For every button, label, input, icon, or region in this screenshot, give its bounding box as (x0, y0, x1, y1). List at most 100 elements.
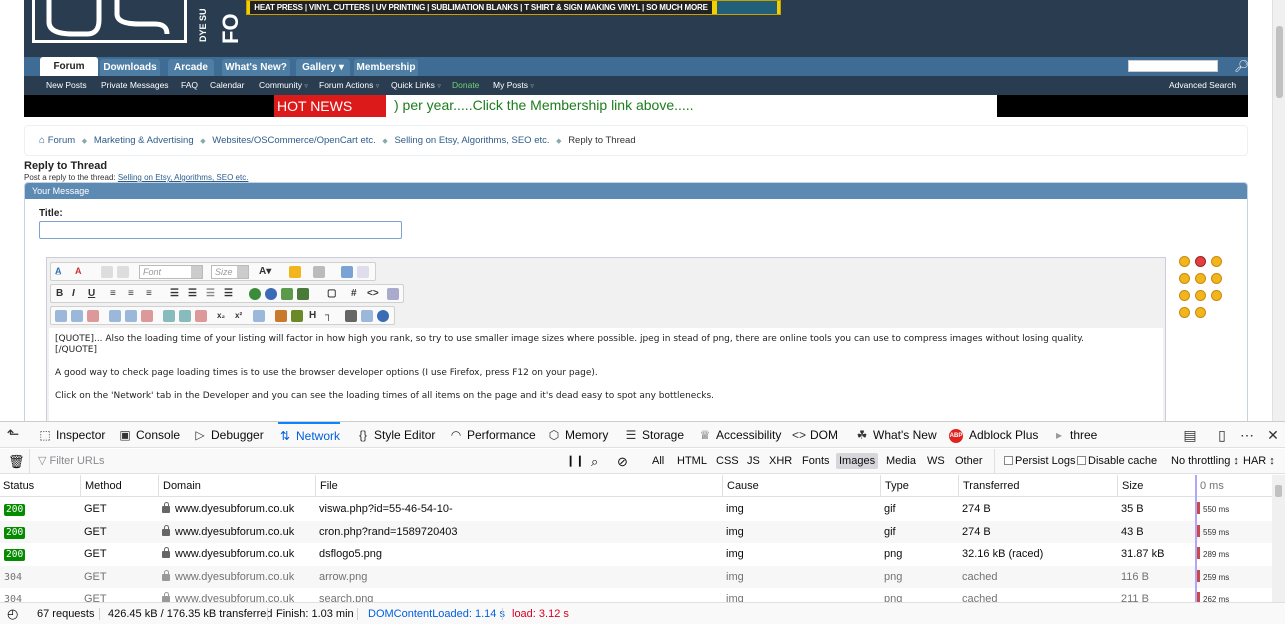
link-icon[interactable] (249, 288, 261, 300)
remove-format-icon[interactable]: A̲ (55, 264, 62, 279)
align-right-icon[interactable]: ≡ (146, 286, 152, 301)
forum-search-input[interactable] (1128, 60, 1218, 72)
underline-icon[interactable]: U (88, 286, 95, 301)
nav-tab-forum[interactable]: Forum (40, 57, 98, 76)
indent-hook-icon[interactable]: ┐ (325, 308, 332, 323)
highlight-icon[interactable]: H (309, 308, 316, 323)
switch-mode-icon[interactable]: A (75, 264, 82, 279)
tab-adblock-plus[interactable]: ABP Adblock Plus (949, 422, 1038, 448)
attach-icon[interactable] (313, 266, 325, 278)
subnav-donate[interactable]: Donate (452, 76, 479, 95)
dock-icon[interactable]: ▤ (1180, 422, 1200, 448)
reload-timer-icon[interactable]: ◴ (7, 603, 18, 624)
page-scrollbar[interactable] (1272, 0, 1285, 421)
trash-icon[interactable]: 🗑︎ (8, 449, 25, 474)
subnav-community[interactable]: Community ▿ (259, 76, 308, 96)
nav-tab-gallery[interactable]: Gallery ▾ (296, 59, 350, 76)
unlink-icon[interactable] (265, 288, 277, 300)
home-icon[interactable]: ⌂ (39, 135, 45, 146)
filter-all[interactable]: All (652, 449, 664, 474)
font-select[interactable]: Font (139, 265, 203, 279)
hr-icon[interactable] (253, 310, 265, 322)
media-icon[interactable] (345, 310, 357, 322)
site-logo[interactable] (32, 0, 187, 43)
quote-icon[interactable]: ▢ (327, 286, 336, 301)
tab-inspector[interactable]: ⬚ Inspector (38, 422, 105, 448)
unordered-list-icon[interactable]: ☰ (188, 286, 197, 301)
request-row[interactable]: 200 GET www.dyesubforum.co.uk dsflogo5.png i… (0, 543, 1272, 566)
tongue-smiley-icon[interactable] (1211, 273, 1222, 284)
title-input[interactable] (39, 221, 402, 239)
more-options-icon[interactable]: ⋯ (1237, 422, 1257, 448)
wink-smiley-icon[interactable] (1211, 256, 1222, 267)
filter-ws[interactable]: WS (927, 449, 945, 474)
throttling-select[interactable]: No throttling ↕ (1171, 449, 1239, 474)
nav-tab-membership[interactable]: Membership (354, 59, 418, 76)
nav-tab-downloads[interactable]: Downloads (100, 59, 160, 76)
col-domain[interactable]: Domain (158, 475, 315, 497)
table-delete-icon[interactable] (87, 310, 99, 322)
source-icon[interactable] (377, 310, 389, 322)
smiley-icon[interactable] (1179, 256, 1190, 267)
col-status[interactable]: Status (0, 475, 80, 497)
code-icon[interactable]: <> (367, 286, 379, 301)
request-row[interactable]: 304 GET www.dyesubforum.co.uk search.png img… (0, 588, 1272, 602)
text-color-icon[interactable]: A▾ (259, 264, 271, 279)
thread-link[interactable]: Selling on Etsy, Algorithms, SEO etc. (118, 173, 249, 182)
table-icon[interactable] (55, 310, 67, 322)
ordered-list-icon[interactable]: ☰ (170, 286, 179, 301)
breadcrumb-forum[interactable]: Forum (48, 135, 75, 146)
news-ticker-text[interactable]: ) per year.....Click the Membership link… (386, 95, 997, 117)
message-textarea[interactable]: [QUOTE]... Also the loading time of your… (49, 328, 1163, 421)
tab-whats-new[interactable]: ☘ What's New (855, 422, 937, 448)
tab-style-editor[interactable]: {} Style Editor (356, 422, 435, 448)
har-menu[interactable]: HAR ↕ (1243, 449, 1275, 474)
search-icon[interactable]: ⌕ (591, 449, 598, 474)
cool-smiley-icon[interactable] (1179, 307, 1190, 318)
request-row[interactable]: 200 GET www.dyesubforum.co.uk viswa.php?id=… (0, 498, 1272, 521)
hash-icon[interactable]: # (351, 286, 357, 301)
subnav-private-messages[interactable]: Private Messages (101, 76, 169, 95)
breadcrumb-websites[interactable]: Websites/OSCommerce/OpenCart etc. (212, 135, 376, 146)
tab-memory[interactable]: ⬡ Memory (547, 422, 609, 448)
col-method[interactable]: Method (80, 475, 158, 497)
block-icon[interactable]: ⊘ (617, 449, 628, 474)
request-list-scrollbar-thumb[interactable] (1275, 485, 1282, 497)
persist-logs-checkbox[interactable]: Persist Logs (1004, 449, 1076, 474)
responsive-design-icon[interactable]: ▯ (1212, 422, 1232, 448)
col-transferred[interactable]: Transferred (958, 475, 1117, 497)
filter-css[interactable]: CSS (716, 449, 739, 474)
col-type[interactable]: Type (880, 475, 958, 497)
grin-smiley-icon[interactable] (1195, 273, 1206, 284)
table-row-icon[interactable] (71, 310, 83, 322)
subnav-my-posts[interactable]: My Posts ▿ (493, 76, 534, 96)
filter-other[interactable]: Other (955, 449, 983, 474)
special-char-icon[interactable] (275, 310, 287, 322)
redo-icon[interactable] (357, 266, 369, 278)
eek-smiley-icon[interactable] (1195, 290, 1206, 301)
mad-smiley-icon[interactable] (1195, 256, 1206, 267)
subscript-icon[interactable]: x₂ (217, 308, 225, 323)
split-icon[interactable] (179, 310, 191, 322)
advanced-search-link[interactable]: Advanced Search (1169, 76, 1236, 95)
align-center-icon[interactable]: ≡ (128, 286, 134, 301)
search-icon[interactable]: 🔎︎ (1234, 57, 1249, 76)
request-row[interactable]: 200 GET www.dyesubforum.co.uk cron.php?rand… (0, 520, 1272, 543)
filter-media[interactable]: Media (886, 449, 916, 474)
filter-urls-input[interactable]: ▽ Filter URLs (38, 449, 558, 474)
filter-js[interactable]: JS (747, 449, 760, 474)
italic-icon[interactable]: I (72, 286, 75, 301)
subnav-faq[interactable]: FAQ (181, 76, 198, 95)
tab-storage[interactable]: ☰ Storage (624, 422, 684, 448)
insert-row-icon[interactable] (109, 310, 121, 322)
filter-xhr[interactable]: XHR (769, 449, 792, 474)
cut-icon[interactable] (101, 266, 113, 278)
col-cause[interactable]: Cause (722, 475, 880, 497)
tab-debugger[interactable]: ▷ Debugger (193, 422, 263, 448)
tab-dom[interactable]: <> DOM (792, 422, 838, 448)
tab-console[interactable]: ▣ Console (118, 422, 180, 448)
subnav-calendar[interactable]: Calendar (210, 76, 245, 95)
col-size[interactable]: Size (1117, 475, 1195, 497)
spoiler-icon[interactable] (291, 310, 303, 322)
advert-banner[interactable]: HEAT PRESS | VINYL CUTTERS | UV PRINTING… (246, 0, 781, 15)
